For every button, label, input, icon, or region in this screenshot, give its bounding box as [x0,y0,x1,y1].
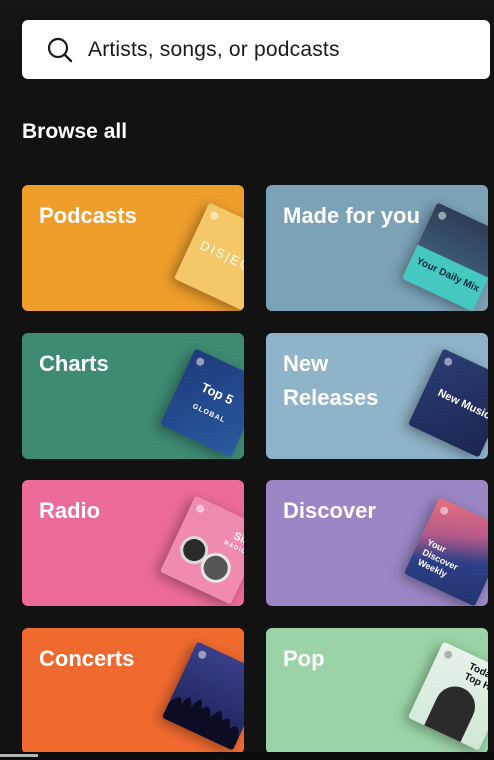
category-tile-podcasts[interactable]: Podcasts DIS|ECT [22,185,244,311]
category-label: Radio [39,498,101,523]
category-tile-concerts[interactable]: Concerts [22,628,244,754]
cover-title: Top 5 [198,379,236,408]
category-label: New Releases [283,351,379,410]
search-bar[interactable]: Artists, songs, or podcasts [22,20,490,79]
category-label: Charts [39,351,109,376]
category-label: Pop [283,646,325,671]
search-input[interactable]: Artists, songs, or podcasts [88,20,340,79]
cover-subtitle: GLOBAL [191,403,227,425]
browse-all-heading: Browse all [22,120,128,143]
category-tile-charts[interactable]: Charts Top 5 GLOBAL [22,333,244,459]
category-tile-discover[interactable]: Discover Your Discover Weekly [266,480,488,606]
cover-title: Your Discover Weekly [416,537,460,580]
search-screen: Artists, songs, or podcasts Browse all P… [0,0,494,760]
search-icon [46,36,74,64]
cover-title: Your Daily Mix [414,255,481,295]
category-label: Discover [283,498,376,523]
bottom-bar [0,752,494,760]
category-label: Made for you [283,203,420,228]
artist-photo [422,679,482,746]
category-label: Concerts [39,646,135,671]
category-tile-made-for-you[interactable]: Made for you Your Daily Mix [266,185,488,311]
category-tile-new-releases[interactable]: New Releases New Music [266,333,488,459]
cover-title: DIS|ECT [197,237,244,279]
category-label: Podcasts [39,203,137,228]
category-tile-pop[interactable]: Pop Today's Top Hits [266,628,488,754]
scroll-indicator [0,754,38,757]
category-tile-radio[interactable]: Radio Sia RADIO [22,480,244,606]
